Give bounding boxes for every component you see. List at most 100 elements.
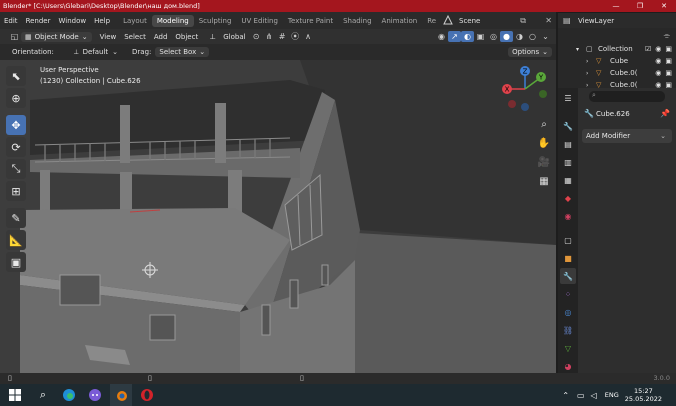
camera-icon[interactable]: ▣	[665, 69, 672, 77]
falloff-icon[interactable]: ∧	[302, 31, 315, 42]
data-tab-icon[interactable]: ▽	[560, 340, 576, 356]
tab-sculpting[interactable]: Sculpting	[194, 15, 237, 27]
search-icon[interactable]: ⌕	[32, 384, 54, 406]
material-shading-icon[interactable]: ◑	[513, 31, 526, 42]
chevron-up-icon[interactable]: ⌃	[562, 391, 569, 400]
chevron-right-icon[interactable]: ›	[586, 70, 588, 77]
outliner-row-cube-0[interactable]: › ▽ Cube.0( ◉ ▣	[558, 67, 676, 79]
rendered-shading-icon[interactable]: ○	[526, 31, 539, 42]
tab-rendering[interactable]: Re	[422, 15, 441, 27]
measure-tool-icon[interactable]: 📐	[6, 230, 26, 250]
volume-icon[interactable]: ◁	[591, 391, 597, 400]
edge-browser-icon[interactable]	[58, 384, 80, 406]
pin-icon[interactable]: 📌	[660, 109, 670, 118]
orientation-dropdown[interactable]: Default	[79, 48, 113, 56]
navigation-gizmo[interactable]: Z X Y	[500, 64, 550, 114]
3d-cursor-tool-icon[interactable]: ⊕	[6, 88, 26, 108]
drag-dropdown[interactable]: Select Box ⌄	[155, 47, 210, 57]
output-tab-icon[interactable]: ▥	[560, 154, 576, 170]
modifier-tab-icon[interactable]: 🔧	[560, 268, 576, 284]
menu-window[interactable]: Window	[54, 17, 90, 25]
outliner-row-collection[interactable]: ▾ ▢ Collection ☑ ◉ ▣	[558, 43, 676, 55]
language-indicator[interactable]: ENG	[605, 391, 619, 399]
tab-layout[interactable]: Layout	[118, 15, 152, 27]
camera-icon[interactable]: ▣	[665, 45, 672, 53]
menu-view[interactable]: View	[96, 33, 121, 41]
physics-tab-icon[interactable]: ◎	[560, 304, 576, 320]
eye-icon[interactable]: ◉	[655, 45, 661, 53]
move-tool-icon[interactable]: ✥	[6, 115, 26, 135]
discord-icon[interactable]	[84, 384, 106, 406]
properties-editor-icon[interactable]: ☰	[560, 90, 576, 106]
camera-view-icon[interactable]: 🎥	[536, 154, 552, 170]
outliner-row-cube[interactable]: › ▽ Cube ◉ ▣	[558, 55, 676, 67]
tab-uv-editing[interactable]: UV Editing	[236, 15, 283, 27]
wireframe-shading-icon[interactable]: ◎	[487, 31, 500, 42]
select-cursor-icon[interactable]: ⬉	[6, 66, 26, 86]
checkbox-icon[interactable]: ☑	[645, 45, 651, 53]
view-layer-selector[interactable]: ▤ ViewLayer	[558, 13, 676, 28]
xray-icon[interactable]: ▣	[474, 31, 487, 42]
shading-options-icon[interactable]: ⌄	[539, 31, 552, 42]
scene-selector[interactable]: Scene ⧉ ✕	[440, 14, 556, 27]
object-tab-icon[interactable]: ■	[560, 250, 576, 266]
outliner-filter-icon[interactable]: ⌯	[664, 31, 670, 41]
menu-object[interactable]: Object	[171, 33, 202, 41]
pan-hand-icon[interactable]: ✋	[536, 135, 552, 151]
transform-orientation[interactable]: Global	[219, 33, 249, 41]
menu-help[interactable]: Help	[90, 17, 114, 25]
visibility-icon[interactable]: ◉	[435, 31, 448, 42]
chevron-down-icon[interactable]: ▾	[576, 46, 579, 53]
pivot-icon[interactable]: ⊙	[250, 31, 263, 42]
eye-icon[interactable]: ◉	[655, 69, 661, 77]
snap-icon[interactable]: ⋔	[263, 31, 276, 42]
eye-icon[interactable]: ◉	[655, 57, 661, 65]
scene-options-icon[interactable]: ⧉	[520, 16, 526, 26]
tool-tab-icon[interactable]: 🔧	[560, 118, 576, 134]
tab-texture-paint[interactable]: Texture Paint	[283, 15, 338, 27]
windows-start-icon[interactable]	[4, 384, 26, 406]
render-tab-icon[interactable]: ▤	[560, 136, 576, 152]
tab-modeling[interactable]: Modeling	[151, 14, 194, 27]
rotate-tool-icon[interactable]: ⟳	[6, 137, 26, 157]
blender-app-icon[interactable]	[110, 384, 132, 406]
options-dropdown[interactable]: Options ⌄	[508, 47, 552, 57]
add-modifier-dropdown[interactable]: Add Modifier ⌄	[582, 129, 672, 143]
annotate-tool-icon[interactable]: ✎	[6, 208, 26, 228]
add-cube-tool-icon[interactable]: ▣	[6, 252, 26, 272]
menu-add[interactable]: Add	[150, 33, 172, 41]
chevron-right-icon[interactable]: ›	[586, 58, 588, 65]
tab-animation[interactable]: Animation	[377, 15, 423, 27]
proportional-edit-icon[interactable]: ⦿	[289, 31, 302, 42]
close-button[interactable]: ✕	[652, 0, 676, 12]
particles-tab-icon[interactable]: ⁘	[560, 286, 576, 302]
3d-viewport[interactable]: User Perspective (1230) Collection | Cub…	[0, 60, 556, 373]
perspective-grid-icon[interactable]: ▦	[536, 173, 552, 189]
scene-tab-icon[interactable]: ◆	[560, 190, 576, 206]
gizmo-toggle-icon[interactable]: ↗	[448, 31, 461, 42]
scale-tool-icon[interactable]: ⤡	[6, 159, 26, 179]
network-icon[interactable]: ▭	[577, 391, 585, 400]
snap-target-icon[interactable]: #	[276, 31, 289, 42]
tab-shading[interactable]: Shading	[338, 15, 376, 27]
properties-search-input[interactable]: ⌕	[589, 91, 665, 102]
mode-dropdown[interactable]: ▦ Object Mode ⌄	[21, 31, 92, 42]
editor-type-icon[interactable]: ◱	[8, 31, 21, 42]
view-layer-tab-icon[interactable]: ▦	[560, 172, 576, 188]
overlay-toggle-icon[interactable]: ◐	[461, 31, 474, 42]
constraints-tab-icon[interactable]: ⛓	[560, 322, 576, 338]
zoom-icon[interactable]: ⌕	[536, 116, 552, 132]
menu-render[interactable]: Render	[22, 17, 55, 25]
scene-close-icon[interactable]: ✕	[545, 16, 552, 25]
world-tab-icon[interactable]: ◉	[560, 208, 576, 224]
camera-icon[interactable]: ▣	[665, 57, 672, 65]
opera-browser-icon[interactable]	[136, 384, 158, 406]
maximize-button[interactable]: ❐	[628, 0, 652, 12]
transform-tool-icon[interactable]: ⊞	[6, 181, 26, 201]
minimize-button[interactable]: —	[604, 0, 628, 12]
orientation-icon[interactable]: ⟂	[206, 31, 219, 42]
clock[interactable]: 15:27 25.05.2022	[619, 387, 676, 403]
menu-select[interactable]: Select	[120, 33, 150, 41]
menu-edit[interactable]: Edit	[0, 17, 22, 25]
collection-tab-icon[interactable]: ▢	[560, 232, 576, 248]
